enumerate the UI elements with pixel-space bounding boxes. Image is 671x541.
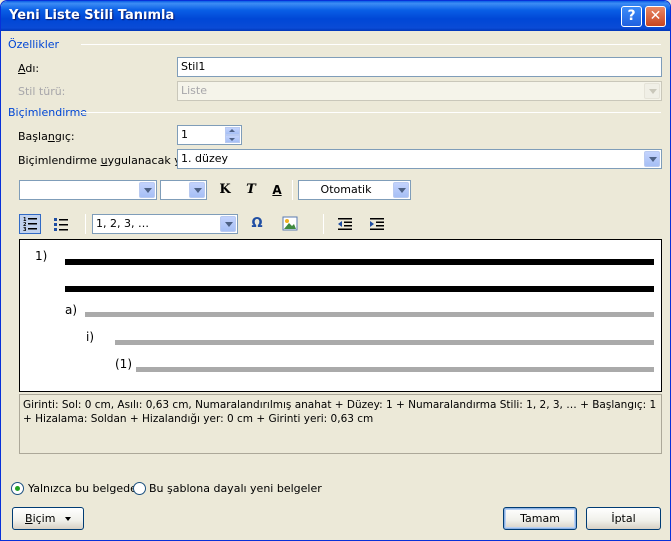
close-icon: ✕ — [649, 8, 662, 24]
preview-level-2-line — [85, 312, 654, 317]
format-description: Girinti: Sol: 0 cm, Asılı: 0,63 cm, Numa… — [19, 394, 662, 454]
decrease-indent-button[interactable] — [334, 214, 356, 234]
bulleted-list-button[interactable] — [50, 214, 72, 234]
section-formatting-label: Biçimlendirme — [8, 106, 88, 119]
format-menu-button[interactable]: Biçim — [12, 507, 84, 530]
formatting-divider — [81, 112, 661, 113]
dialog-window: Yeni Liste Stili Tanımla ? ✕ Özellikler … — [0, 0, 671, 541]
section-properties-label: Özellikler — [8, 38, 60, 51]
preview-level-1-line — [65, 259, 654, 265]
bold-icon: K — [219, 182, 231, 197]
font-color-icon: A — [272, 183, 282, 197]
template-radio[interactable] — [133, 482, 146, 495]
insert-symbol-button[interactable]: Ω — [246, 214, 268, 234]
chevron-down-icon[interactable] — [220, 216, 236, 232]
properties-divider — [81, 44, 661, 45]
toolbar-separator — [85, 214, 86, 234]
this-document-radio[interactable] — [11, 482, 24, 495]
chevron-down-icon[interactable] — [393, 182, 409, 198]
preview-level-4-line — [136, 367, 654, 372]
apply-to-value: 1. düzey — [181, 152, 228, 165]
chevron-down-icon[interactable] — [189, 182, 205, 198]
italic-icon: T — [246, 182, 256, 197]
color-select[interactable]: Otomatik — [298, 180, 411, 200]
style-type-value: Liste — [181, 84, 207, 97]
decrease-indent-icon — [338, 218, 352, 230]
close-button[interactable]: ✕ — [645, 6, 666, 27]
help-button[interactable]: ? — [621, 6, 642, 27]
spin-buttons[interactable] — [225, 127, 240, 143]
increase-indent-icon — [370, 218, 384, 230]
font-color-button[interactable]: A — [266, 180, 288, 200]
numbering-style-select[interactable]: 1, 2, 3, … — [92, 214, 238, 234]
style-type-label: Stil türü: — [18, 85, 66, 98]
preview-level-3-number: i) — [86, 330, 95, 344]
bulleted-list-icon — [54, 218, 68, 231]
start-value: 1 — [181, 128, 188, 141]
style-type-select: Liste — [177, 81, 662, 101]
numbering-style-value: 1, 2, 3, … — [96, 217, 149, 230]
apply-to-select[interactable]: 1. düzey — [177, 149, 662, 169]
preview-level-4-number: (1) — [115, 357, 132, 371]
preview-level-1-line — [65, 286, 654, 292]
picture-icon — [282, 216, 298, 231]
italic-button[interactable]: T — [240, 180, 262, 200]
name-input[interactable]: Stil1 — [177, 57, 662, 77]
spin-up-icon[interactable] — [225, 127, 240, 135]
start-label: Başlangıç: — [18, 130, 75, 143]
name-label: Adı: — [18, 62, 40, 75]
increase-indent-button[interactable] — [366, 214, 388, 234]
chevron-down-icon — [64, 517, 71, 521]
start-stepper[interactable]: 1 — [177, 125, 242, 145]
apply-to-label: Biçimlendirme uygulanacak yer: — [18, 154, 196, 167]
font-name-select[interactable] — [19, 180, 157, 200]
help-icon: ? — [627, 8, 636, 24]
svg-text:3: 3 — [23, 227, 27, 232]
ok-button[interactable]: Tamam — [503, 507, 577, 530]
color-value: Otomatik — [320, 183, 372, 196]
preview-level-2-number: a) — [65, 303, 78, 317]
insert-picture-button[interactable] — [279, 214, 301, 234]
symbol-icon: Ω — [251, 216, 263, 231]
title-bar[interactable]: Yeni Liste Stili Tanımla ? ✕ — [1, 1, 670, 31]
chevron-down-icon[interactable] — [644, 151, 660, 167]
template-label[interactable]: Bu şablona dayalı yeni belgeler — [149, 482, 322, 495]
toolbar-separator — [292, 180, 293, 200]
toolbar-separator — [323, 214, 324, 234]
dialog-title: Yeni Liste Stili Tanımla — [9, 8, 175, 23]
font-size-select[interactable] — [160, 180, 207, 200]
preview-level-1-number: 1) — [35, 249, 48, 263]
chevron-down-icon[interactable] — [139, 182, 155, 198]
chevron-down-icon — [644, 83, 660, 99]
numbered-list-icon: 1 2 3 — [23, 217, 37, 233]
cancel-button[interactable]: İptal — [586, 507, 661, 530]
preview-level-3-line — [115, 340, 654, 345]
list-preview: 1) a) i) (1) — [19, 239, 662, 392]
bold-button[interactable]: K — [214, 180, 236, 200]
this-document-label[interactable]: Yalnızca bu belgede — [28, 482, 137, 495]
spin-down-icon[interactable] — [225, 135, 240, 143]
numbered-list-button[interactable]: 1 2 3 — [19, 214, 41, 234]
